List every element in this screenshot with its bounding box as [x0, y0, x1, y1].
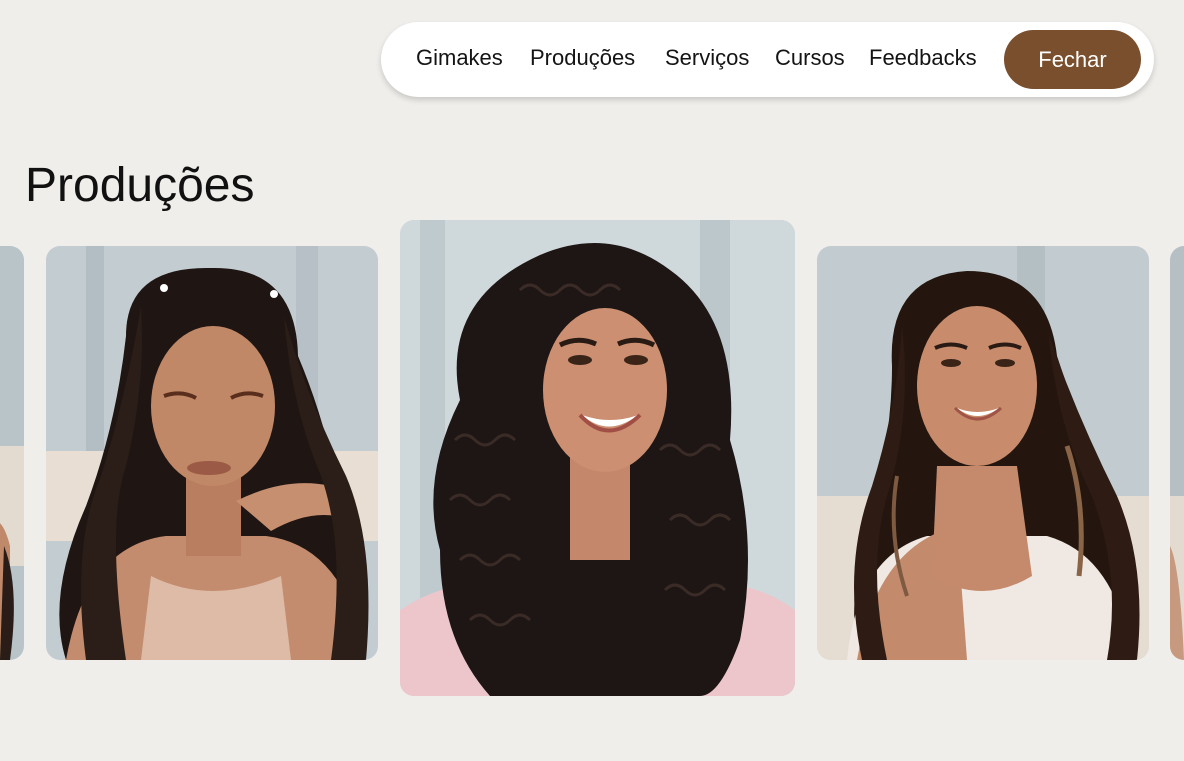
portrait-photo	[817, 246, 1149, 660]
carousel-card-2-featured[interactable]	[400, 220, 795, 696]
carousel-card-3[interactable]	[817, 246, 1149, 660]
portrait-photo	[46, 246, 378, 660]
portrait-photo	[1170, 246, 1184, 660]
productions-carousel	[0, 0, 1184, 761]
carousel-card-1[interactable]	[46, 246, 378, 660]
portrait-photo	[400, 220, 795, 696]
carousel-card-partial-left[interactable]	[0, 246, 24, 660]
portrait-photo	[0, 246, 24, 660]
carousel-card-partial-right[interactable]	[1170, 246, 1184, 660]
